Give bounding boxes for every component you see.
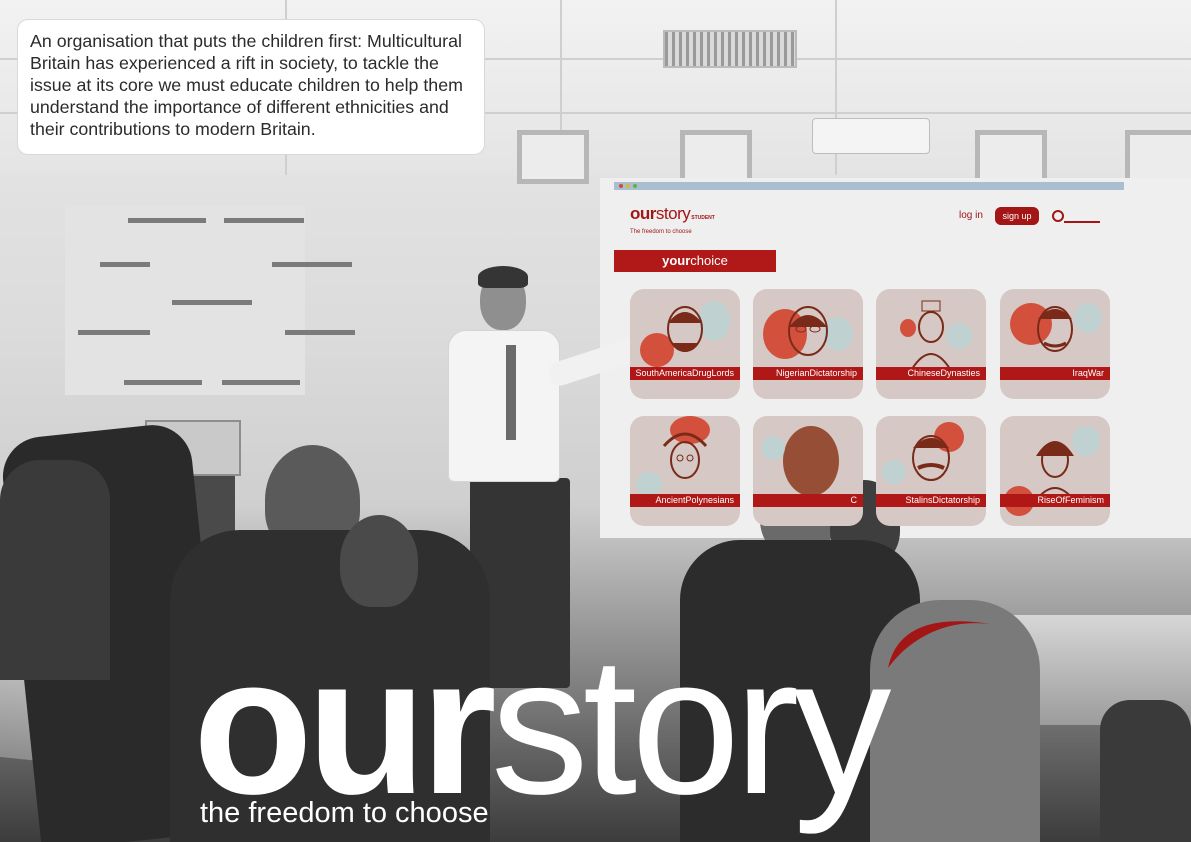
topic-card[interactable]: StalinsDictatorship <box>876 416 986 526</box>
portrait-icon <box>911 300 951 370</box>
card-label: SouthAmericaDrugLords <box>630 367 740 380</box>
card-accent <box>783 426 839 496</box>
teacher-body <box>448 330 560 482</box>
wall-frame <box>680 130 752 184</box>
wall-frame <box>1125 130 1191 184</box>
topic-card[interactable]: RiseOfFeminism <box>1000 416 1110 526</box>
student-head <box>340 515 418 607</box>
signup-button[interactable]: sign up <box>995 207 1039 225</box>
topic-card[interactable]: ChineseDynasties <box>876 289 986 399</box>
student-body <box>0 460 110 680</box>
poster-strip <box>100 262 150 267</box>
card-label: NigerianDictatorship <box>753 367 863 380</box>
site-logo-story: story <box>655 204 691 223</box>
portrait-icon <box>1037 306 1073 352</box>
poster-strip <box>78 330 150 335</box>
poster-strip <box>272 262 352 267</box>
card-label: ChineseDynasties <box>876 367 986 380</box>
teacher-hair <box>478 266 528 288</box>
poster-strip <box>124 380 202 385</box>
section-title-choice: choice <box>690 253 728 268</box>
brand-wordmark: ourstory <box>193 628 891 824</box>
topic-card[interactable]: SouthAmericaDrugLords <box>630 289 740 399</box>
poster-strip <box>285 330 355 335</box>
portrait-icon <box>1036 441 1074 499</box>
intro-text: An organisation that puts the children f… <box>30 31 463 139</box>
intro-text-card: An organisation that puts the children f… <box>18 20 484 154</box>
search-icon[interactable] <box>1052 209 1102 223</box>
poster-strip <box>172 300 252 305</box>
brand-story: story <box>490 616 892 835</box>
projector <box>812 118 930 154</box>
login-link[interactable]: log in <box>959 210 983 221</box>
student-body <box>1100 700 1191 842</box>
swoosh-icon <box>888 621 990 668</box>
teacher-tie <box>506 345 516 440</box>
poster-strip <box>224 218 304 223</box>
portrait-icon <box>788 306 828 356</box>
projected-website: ourstorySTUDENT The freedom to choose lo… <box>614 182 1124 527</box>
card-label: RiseOfFeminism <box>1000 494 1110 507</box>
portrait-icon <box>667 306 703 352</box>
brand-tagline: the freedom to choose <box>200 797 489 829</box>
card-label: IraqWar <box>1000 367 1110 380</box>
card-accent <box>882 460 906 484</box>
site-logo[interactable]: ourstorySTUDENT <box>630 204 715 224</box>
site-logo-badge: STUDENT <box>691 215 715 221</box>
card-accent <box>761 436 785 460</box>
window-minimize-dot[interactable] <box>626 184 630 188</box>
browser-bar <box>614 182 1124 190</box>
ceiling-vent <box>663 30 797 68</box>
poster-strip <box>222 380 300 385</box>
wall-frame <box>975 130 1047 184</box>
card-label: AncientPolynesians <box>630 494 740 507</box>
poster-strip <box>128 218 206 223</box>
window-close-dot[interactable] <box>619 184 623 188</box>
site-tagline: The freedom to choose <box>630 229 692 235</box>
search-lens <box>1052 210 1064 222</box>
site-logo-our: our <box>630 204 656 223</box>
search-underline <box>1064 221 1100 223</box>
card-label: C <box>753 494 863 507</box>
wall-frame <box>517 130 589 184</box>
window-maximize-dot[interactable] <box>633 184 637 188</box>
portrait-icon <box>912 435 950 481</box>
section-title: yourchoice <box>614 250 776 272</box>
topic-card[interactable]: NigerianDictatorship <box>753 289 863 399</box>
card-label: StalinsDictatorship <box>876 494 986 507</box>
portrait-icon <box>662 432 708 479</box>
topic-card[interactable]: IraqWar <box>1000 289 1110 399</box>
section-title-your: your <box>662 253 691 268</box>
topic-card[interactable]: AncientPolynesians <box>630 416 740 526</box>
topic-card[interactable]: C <box>753 416 863 526</box>
